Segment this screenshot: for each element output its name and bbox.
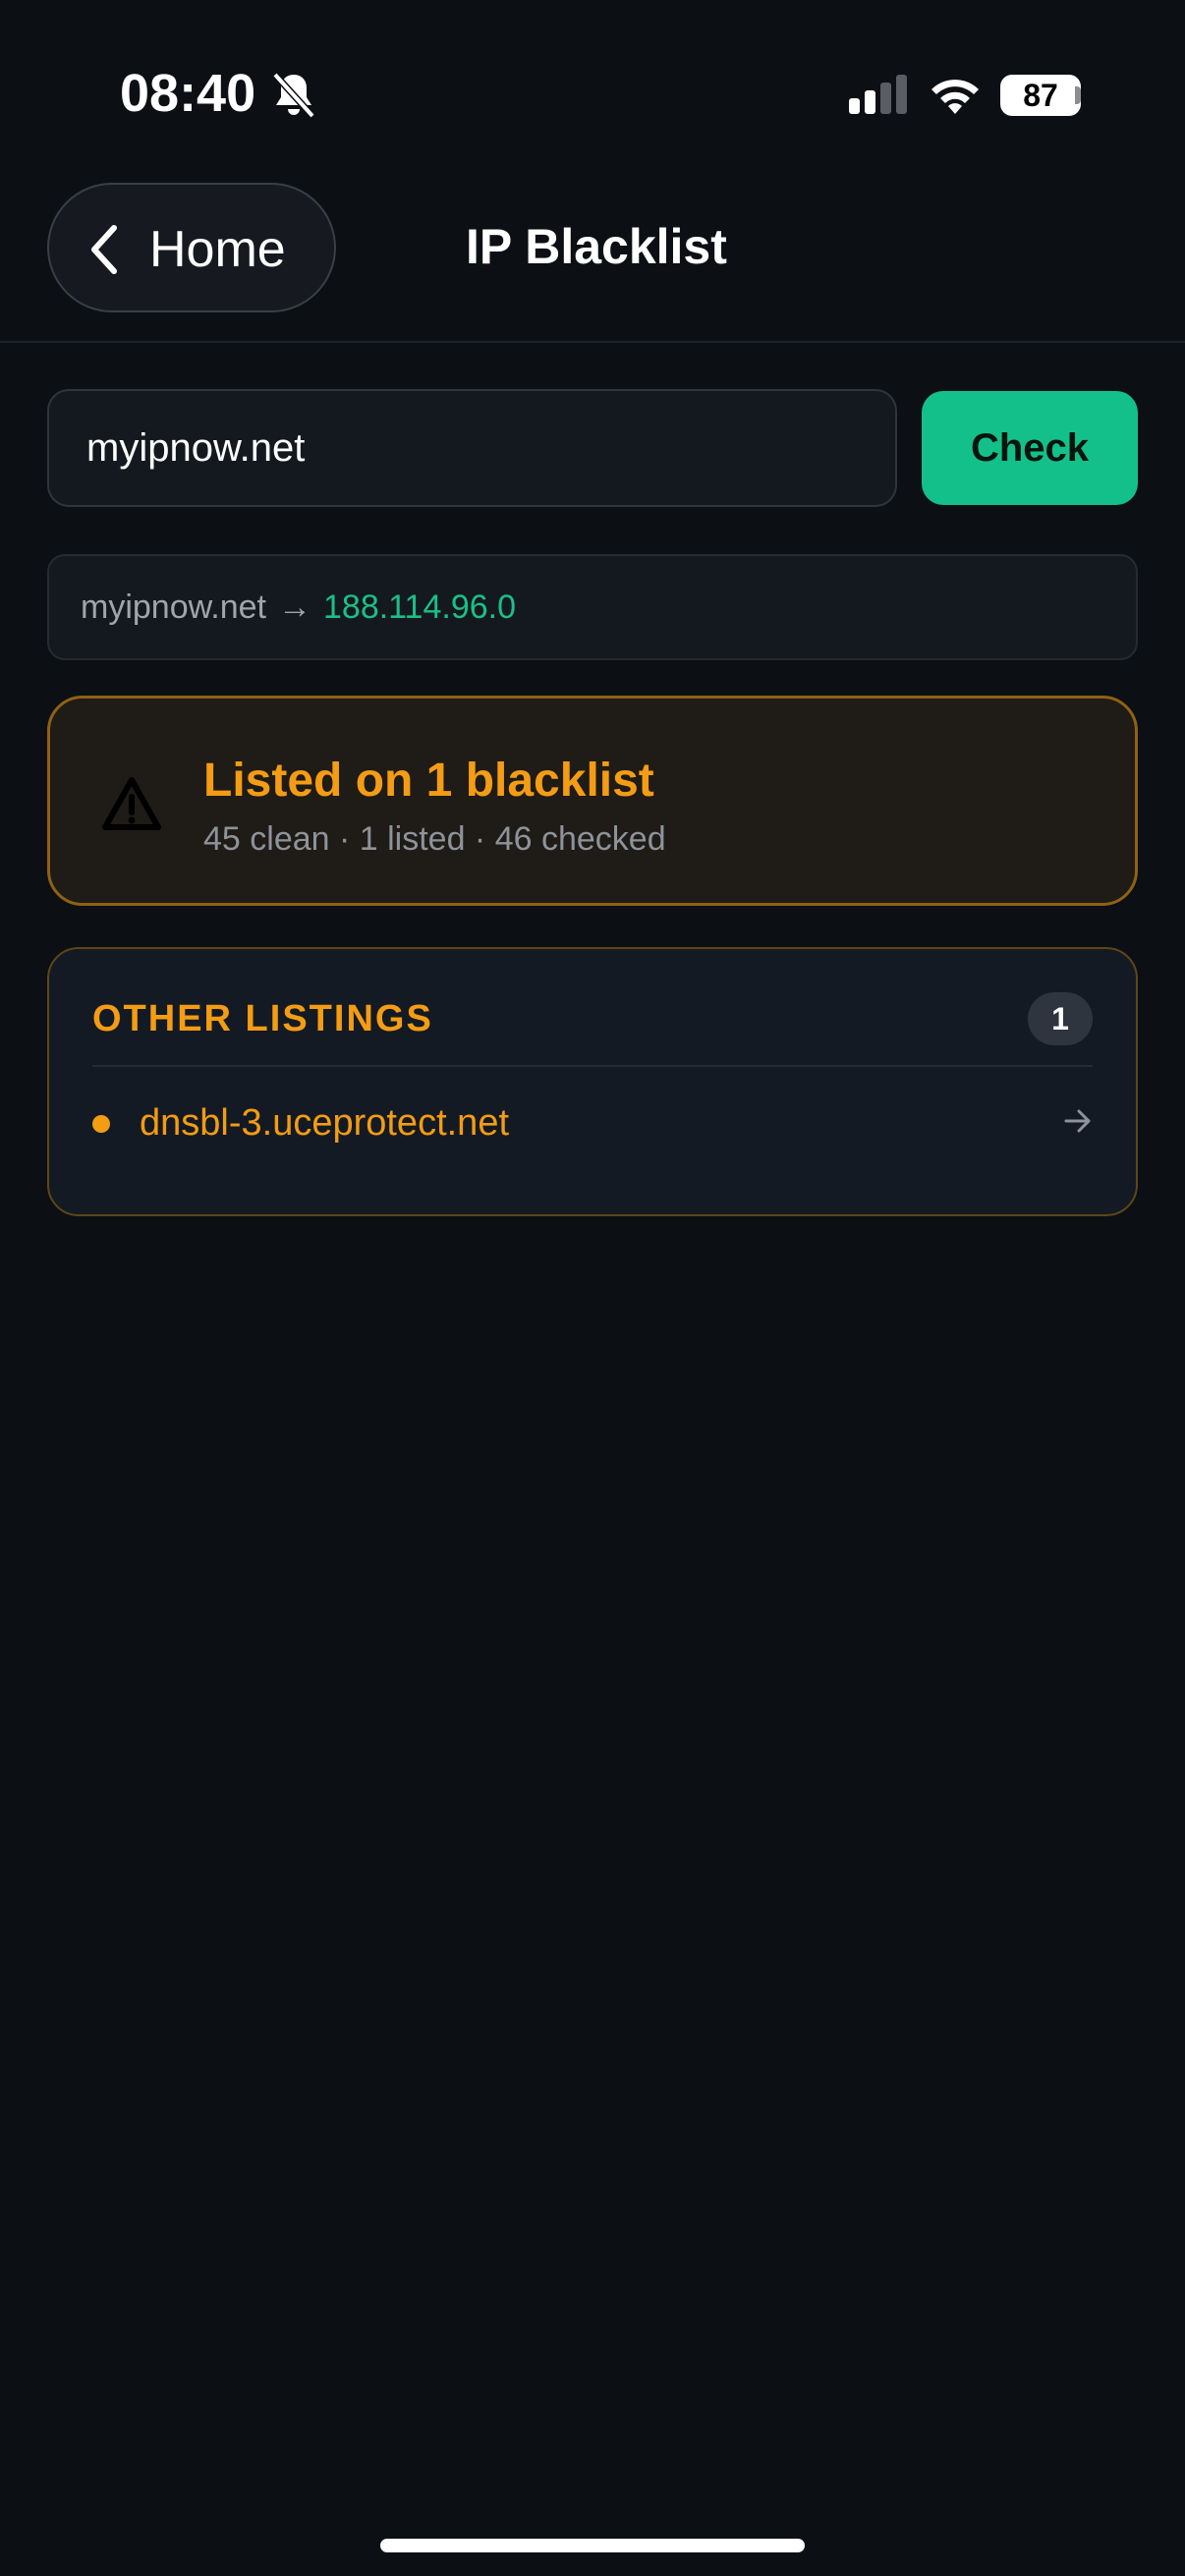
wifi-icon <box>931 80 979 114</box>
alert-title: Listed on 1 blacklist <box>203 755 654 807</box>
warning-icon <box>102 777 161 830</box>
status-bar: 08:40 87 <box>0 0 1185 157</box>
resolved-ip-address: 188.114.96.0 <box>323 588 516 626</box>
nav-divider <box>0 341 1185 343</box>
battery-icon: 87 <box>1000 75 1081 116</box>
listings-divider <box>92 1065 1093 1067</box>
alert-summary: 45 clean · 1 listed · 46 checked <box>203 820 666 858</box>
battery-tip <box>1075 86 1081 104</box>
home-indicator[interactable] <box>380 2539 805 2552</box>
bell-slash-icon <box>272 72 315 119</box>
arrow-right-icon: → <box>278 588 311 626</box>
domain-input[interactable] <box>47 389 897 507</box>
back-button-label: Home <box>149 221 286 278</box>
listings-heading: OTHER LISTINGS <box>92 998 433 1039</box>
back-home-button[interactable]: Home <box>47 183 336 312</box>
page-title: IP Blacklist <box>466 219 727 274</box>
listing-item[interactable]: dnsbl-3.uceprotect.net <box>92 1083 1093 1165</box>
other-listings-card: OTHER LISTINGS 1 dnsbl-3.uceprotect.net <box>47 947 1138 1216</box>
check-button[interactable]: Check <box>922 391 1138 505</box>
status-time: 08:40 <box>120 64 256 123</box>
status-dot-icon <box>92 1115 110 1133</box>
resolved-domain: myipnow.net <box>81 588 266 626</box>
listing-name: dnsbl-3.uceprotect.net <box>140 1102 510 1144</box>
signal-icon <box>849 75 907 114</box>
blacklist-alert-card: Listed on 1 blacklist 45 clean · 1 liste… <box>47 696 1138 906</box>
resolved-ip-row: myipnow.net → 188.114.96.0 <box>47 554 1138 660</box>
app-screen: 08:40 87 Home IP Blacklist Check <box>0 0 1185 2576</box>
arrow-right-icon <box>1064 1109 1091 1133</box>
chevron-left-icon <box>91 225 117 274</box>
listings-count-badge: 1 <box>1028 992 1093 1045</box>
